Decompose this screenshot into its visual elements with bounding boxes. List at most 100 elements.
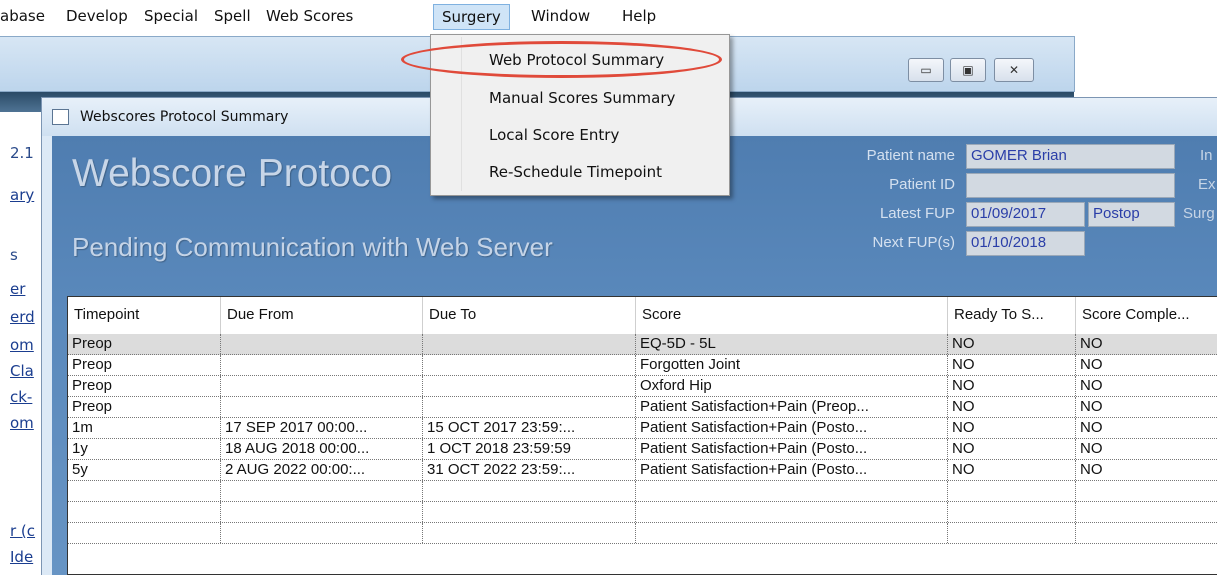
table-cell: NO: [948, 334, 1076, 354]
table-cell: [636, 481, 948, 501]
close-icon: ✕: [1008, 63, 1020, 77]
table-cell: Patient Satisfaction+Pain (Posto...: [636, 418, 948, 438]
sidebar-link[interactable]: om: [10, 336, 34, 354]
sidebar-link[interactable]: erd: [10, 308, 35, 326]
column-header-score-complete[interactable]: Score Comple...: [1076, 297, 1217, 334]
menu-database[interactable]: abase: [0, 7, 45, 25]
table-cell: NO: [948, 376, 1076, 396]
table-cell: 1y: [68, 439, 221, 459]
table-row[interactable]: 1y 18 AUG 2018 00:00... 1 OCT 2018 23:59:5…: [68, 439, 1217, 460]
column-header-due-from[interactable]: Due From: [221, 297, 423, 334]
table-cell: NO: [948, 439, 1076, 459]
table-cell: [68, 523, 221, 543]
table-cell: 18 AUG 2018 00:00...: [221, 439, 423, 459]
sidebar-link[interactable]: om: [10, 414, 34, 432]
table-cell: [423, 355, 636, 375]
column-header-ready-to-send[interactable]: Ready To S...: [948, 297, 1076, 334]
table-cell: NO: [948, 355, 1076, 375]
table-cell: [68, 502, 221, 522]
table-cell: Preop: [68, 376, 221, 396]
table-cell: NO: [948, 460, 1076, 480]
sidebar-link[interactable]: Ide: [10, 548, 33, 566]
minimize-button[interactable]: ▭: [908, 58, 944, 82]
table-row[interactable]: Preop Forgotten Joint NO NO: [68, 355, 1217, 376]
sidebar-link[interactable]: er: [10, 280, 25, 298]
column-header-due-to[interactable]: Due To: [423, 297, 636, 334]
table-row[interactable]: 5y 2 AUG 2022 00:00:... 31 OCT 2022 23:59:…: [68, 460, 1217, 481]
menu-spell[interactable]: Spell: [214, 7, 251, 25]
table-cell: [1076, 523, 1217, 543]
table-cell: 2 AUG 2022 00:00:...: [221, 460, 423, 480]
table-row[interactable]: 1m 17 SEP 2017 00:00... 15 OCT 2017 23:59:…: [68, 418, 1217, 439]
table-cell: [423, 481, 636, 501]
right-label-in: In: [1200, 147, 1213, 164]
table-cell: 1m: [68, 418, 221, 438]
annotation-highlight-ring: [401, 41, 722, 78]
patient-id-label: Patient ID: [889, 176, 955, 193]
table-cell: [423, 334, 636, 354]
table-cell: [636, 502, 948, 522]
latest-fup-field[interactable]: 01/09/2017: [966, 202, 1085, 227]
table-cell: 1 OCT 2018 23:59:59: [423, 439, 636, 459]
sidebar-item: 2.1: [10, 144, 34, 162]
table-cell: [948, 481, 1076, 501]
menu-special[interactable]: Special: [144, 7, 198, 25]
table-cell: [221, 502, 423, 522]
table-header: Timepoint Due From Due To Score Ready To…: [68, 297, 1217, 334]
sidebar-link[interactable]: ck-: [10, 388, 32, 406]
table-cell: [221, 397, 423, 417]
table-row[interactable]: [68, 481, 1217, 502]
column-header-timepoint[interactable]: Timepoint: [68, 297, 221, 334]
table-cell: Forgotten Joint: [636, 355, 948, 375]
table-cell: 15 OCT 2017 23:59:...: [423, 418, 636, 438]
table-row[interactable]: Preop EQ-5D - 5L NO NO: [68, 334, 1217, 355]
table-cell: EQ-5D - 5L: [636, 334, 948, 354]
close-button[interactable]: ✕: [994, 58, 1034, 82]
table-cell: Patient Satisfaction+Pain (Posto...: [636, 460, 948, 480]
right-label-ex: Ex: [1198, 176, 1216, 193]
table-cell: NO: [1080, 377, 1103, 394]
table-cell: 31 OCT 2022 23:59:...: [423, 460, 636, 480]
menu-web-scores[interactable]: Web Scores: [266, 7, 353, 25]
window-icon: [52, 109, 69, 125]
column-header-score[interactable]: Score: [636, 297, 948, 334]
table-row[interactable]: Preop Patient Satisfaction+Pain (Preop...…: [68, 397, 1217, 418]
table-row[interactable]: [68, 523, 1217, 544]
table-cell: Preop: [68, 355, 221, 375]
next-fup-field[interactable]: 01/10/2018: [966, 231, 1085, 256]
patient-name-field[interactable]: GOMER Brian: [966, 144, 1175, 169]
table-cell: [1076, 481, 1217, 501]
table-cell: [1076, 502, 1217, 522]
maximize-button[interactable]: ▣: [950, 58, 986, 82]
sidebar-link[interactable]: ary: [10, 186, 34, 204]
table-cell: 17 SEP 2017 00:00...: [221, 418, 423, 438]
menu-develop[interactable]: Develop: [66, 7, 128, 25]
table-row[interactable]: Preop Oxford Hip NO NO: [68, 376, 1217, 397]
table-cell: [423, 376, 636, 396]
sidebar-link[interactable]: Cla: [10, 362, 34, 380]
table-cell: Preop: [68, 334, 221, 354]
menu-item-manual-scores-summary[interactable]: Manual Scores Summary: [489, 89, 675, 107]
table-cell: NO: [948, 418, 1076, 438]
maximize-icon: ▣: [962, 63, 974, 77]
patient-id-field[interactable]: [966, 173, 1175, 198]
menu-item-reschedule-timepoint[interactable]: Re-Schedule Timepoint: [489, 163, 662, 181]
sidebar-link[interactable]: r (c: [10, 522, 35, 540]
minimize-icon: ▭: [920, 63, 932, 77]
dialog-title: Webscores Protocol Summary: [80, 109, 289, 125]
latest-fup-stage-field[interactable]: Postop: [1088, 202, 1175, 227]
menu-help[interactable]: Help: [622, 7, 656, 25]
protocol-summary-table: Timepoint Due From Due To Score Ready To…: [67, 296, 1217, 575]
table-cell: NO: [948, 397, 1076, 417]
page-subheading: Pending Communication with Web Server: [72, 232, 553, 262]
right-label-surg: Surg: [1183, 205, 1215, 222]
table-cell: NO: [1080, 356, 1103, 373]
table-cell: [636, 523, 948, 543]
menu-item-local-score-entry[interactable]: Local Score Entry: [489, 126, 619, 144]
table-cell: Patient Satisfaction+Pain (Posto...: [636, 439, 948, 459]
table-cell: [948, 523, 1076, 543]
menu-window[interactable]: Window: [531, 7, 590, 25]
table-cell: [221, 481, 423, 501]
table-row[interactable]: [68, 502, 1217, 523]
menu-surgery[interactable]: Surgery: [433, 4, 510, 30]
